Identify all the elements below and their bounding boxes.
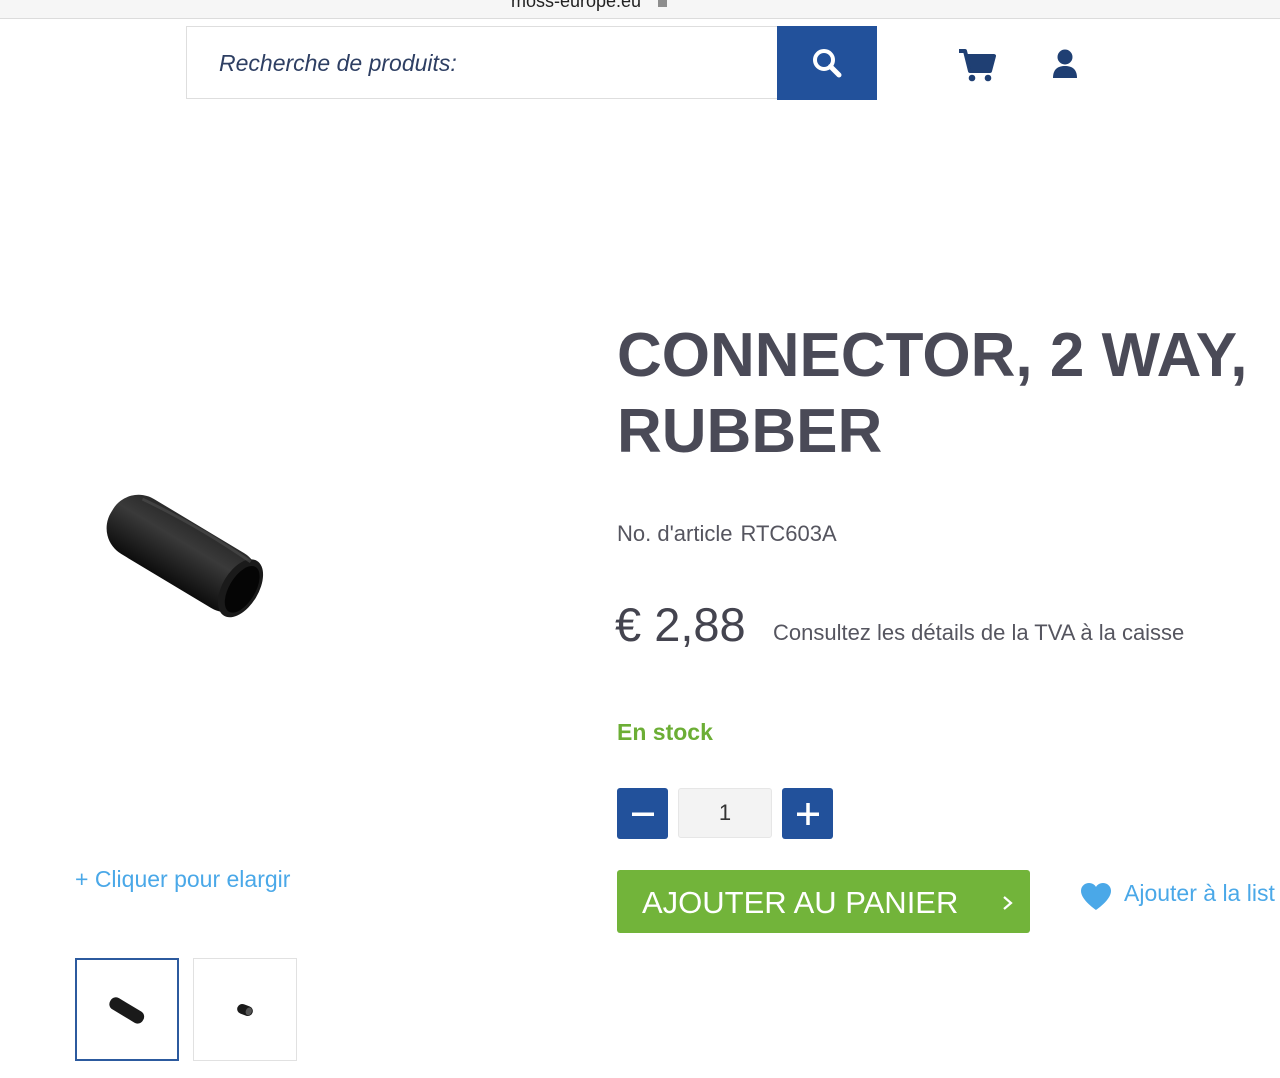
- enlarge-image-link[interactable]: + Cliquer pour elargir: [75, 866, 290, 893]
- account-button[interactable]: [1050, 48, 1080, 80]
- search-button[interactable]: [777, 26, 877, 100]
- search-box: [186, 26, 777, 100]
- thumbnail-1[interactable]: [75, 958, 179, 1061]
- url-text: moss-europe.eu: [511, 0, 642, 11]
- quantity-decrease-button[interactable]: [617, 788, 668, 839]
- browser-url-bar[interactable]: moss-europe.eu: [0, 0, 1280, 19]
- minus-icon: [631, 812, 654, 816]
- vat-note: Consultez les détails de la TVA à la cai…: [773, 620, 1185, 645]
- stock-status: En stock: [617, 719, 713, 745]
- heart-icon: [1081, 883, 1111, 910]
- quantity-increase-button[interactable]: [782, 788, 833, 839]
- user-icon: [1053, 49, 1077, 78]
- product-price: € 2,88: [615, 598, 746, 651]
- sku-label: No. d'article: [617, 521, 733, 546]
- add-to-cart-button[interactable]: AJOUTER AU PANIER: [617, 870, 1030, 933]
- product-title-line-1: CONNECTOR, 2 WAY,: [617, 321, 1248, 390]
- thumbnail-image: [109, 996, 145, 1024]
- cart-icon: [959, 49, 996, 82]
- product-title-line-2: RUBBER: [617, 397, 883, 466]
- lock-icon: [658, 0, 667, 7]
- add-to-cart-label: AJOUTER AU PANIER: [642, 885, 959, 920]
- search-input[interactable]: [217, 27, 761, 100]
- sku-row: No. d'article RTC603A: [617, 521, 837, 547]
- search-icon: [813, 49, 842, 78]
- product-title: CONNECTOR, 2 WAY, RUBBER: [617, 318, 1277, 470]
- quantity-input[interactable]: [678, 788, 772, 838]
- cart-button[interactable]: [957, 47, 997, 83]
- thumbnail-2[interactable]: [193, 958, 297, 1061]
- thumbnail-image: [237, 1003, 253, 1016]
- wishlist-label: Ajouter à la list: [1124, 880, 1275, 906]
- sku-value: RTC603A: [740, 521, 837, 546]
- product-image[interactable]: [80, 470, 295, 640]
- plus-icon: [796, 802, 819, 825]
